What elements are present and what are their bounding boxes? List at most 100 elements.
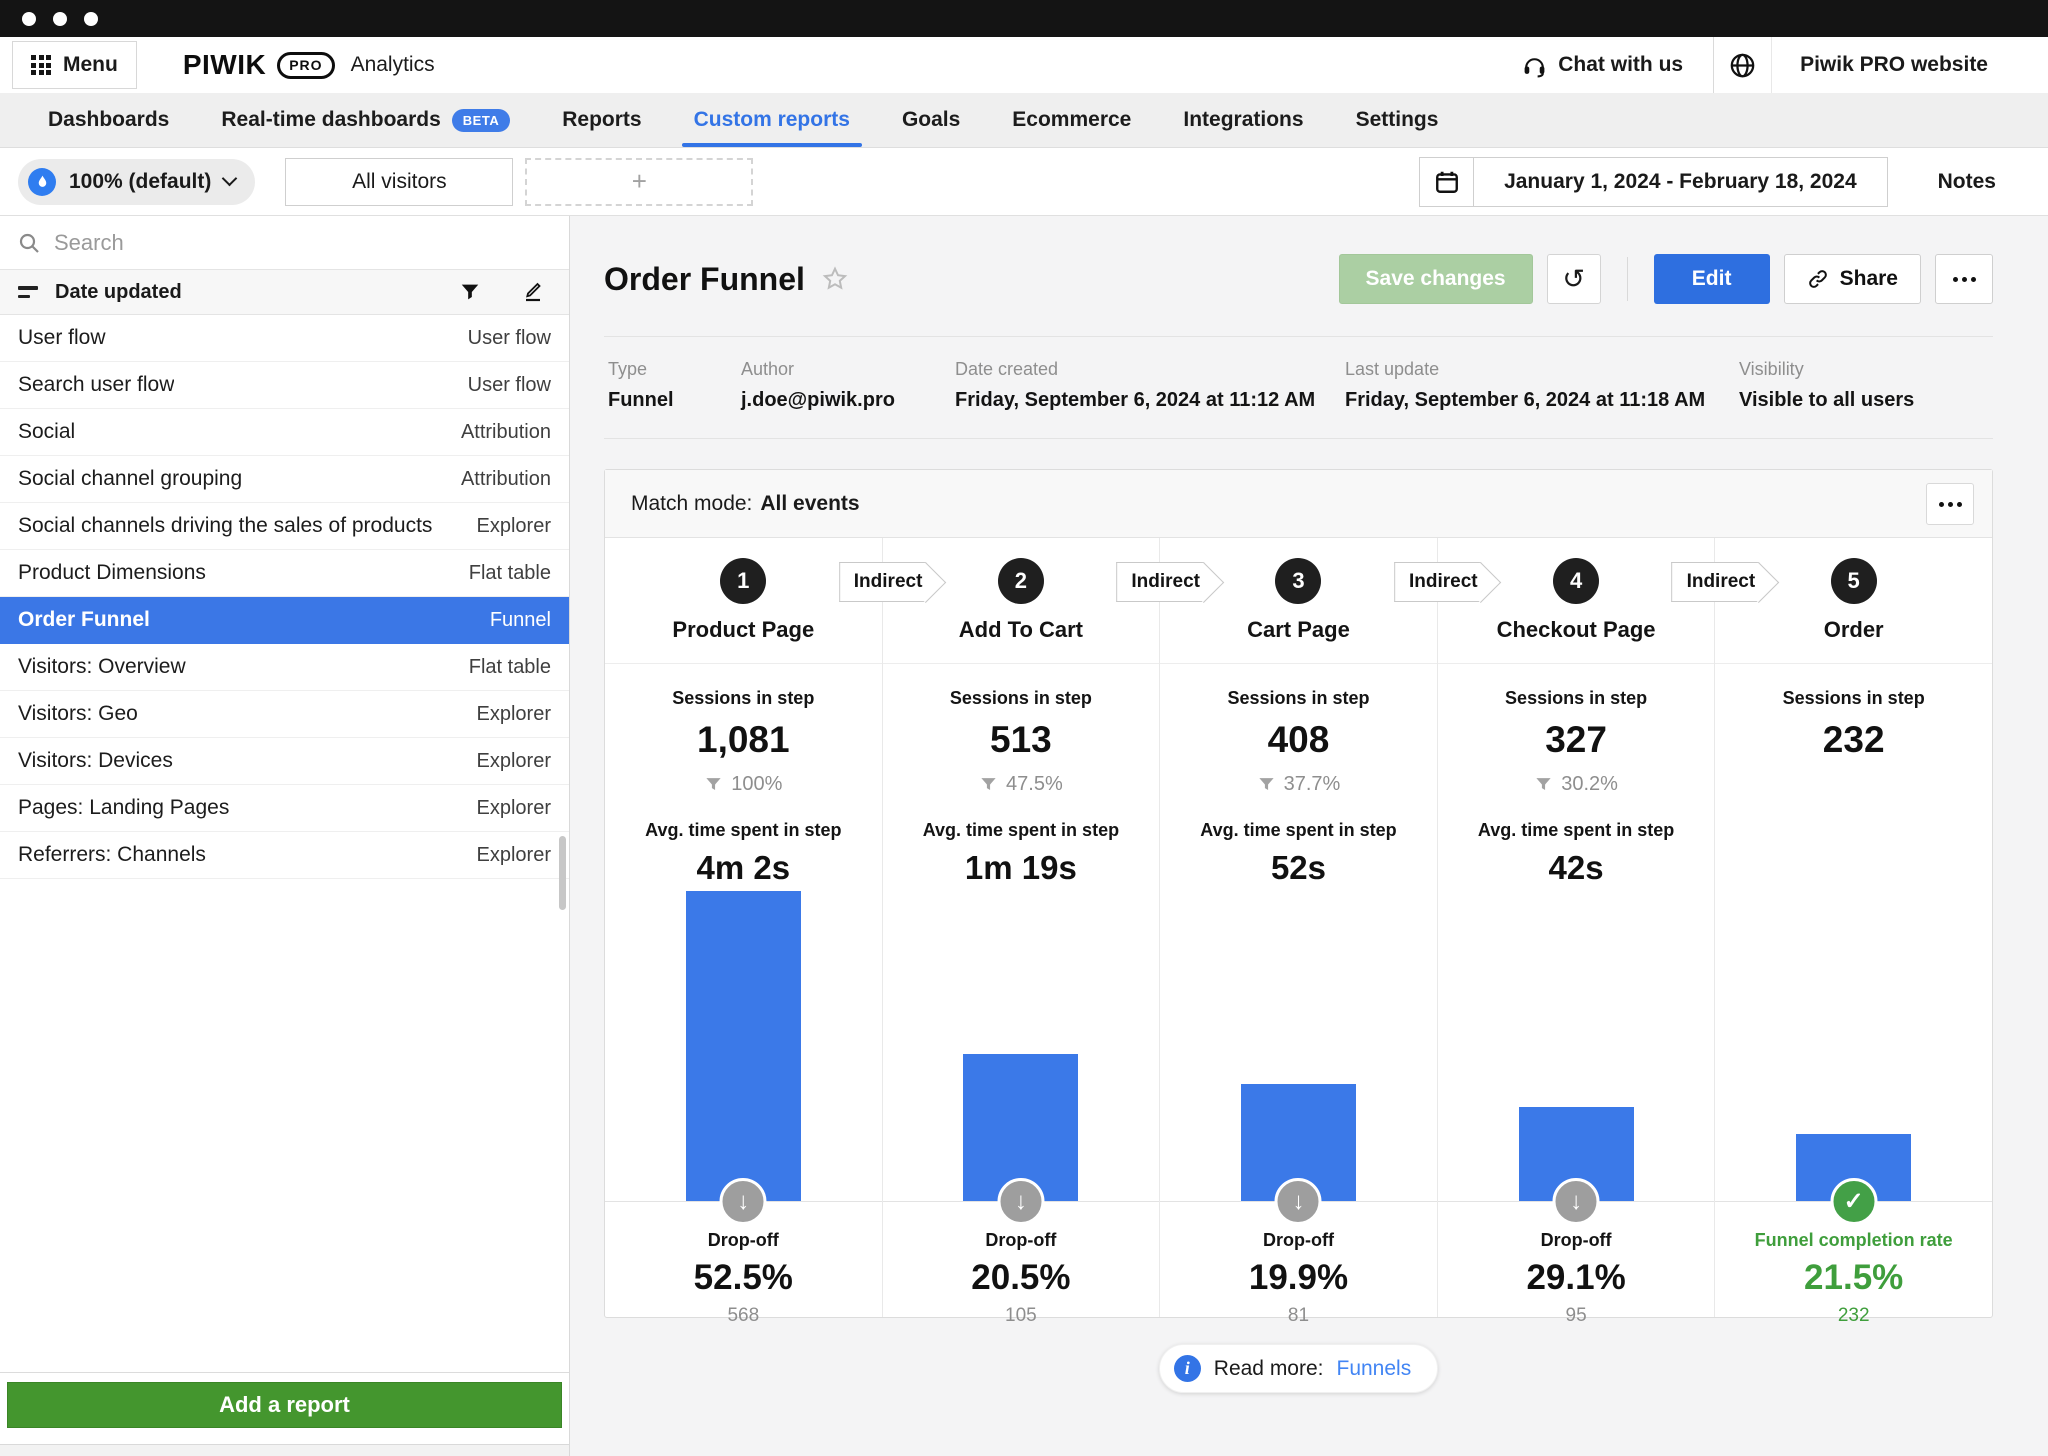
funnel-icon <box>1534 775 1553 794</box>
sampling-selector[interactable]: 100% (default) <box>18 159 255 205</box>
connector-label: Indirect <box>1687 571 1756 593</box>
step-result-marker-icon: ✓ <box>1830 1178 1877 1225</box>
page-title: Order Funnel <box>604 261 805 298</box>
tab-goals[interactable]: Goals <box>876 93 986 147</box>
sidebar-item-visitors-geo[interactable]: Visitors: Geo Explorer <box>0 691 569 738</box>
drop-off-count: 568 <box>605 1305 882 1327</box>
connector-label: Indirect <box>854 571 923 593</box>
step-stats: Sessions in step 513 47.5% Avg. time spe… <box>883 664 1160 882</box>
date-range-picker[interactable]: January 1, 2024 - February 18, 2024 <box>1419 157 1888 207</box>
reports-sidebar: Date updated User flow User flow Search … <box>0 216 570 1456</box>
sessions-percent-row: 30.2% <box>1438 773 1715 796</box>
read-more-funnels-link[interactable]: Funnels <box>1337 1357 1412 1381</box>
meta-label: Author <box>741 359 955 380</box>
nav-tab-label: Dashboards <box>48 108 169 132</box>
website-label: Piwik PRO website <box>1800 53 1988 77</box>
sessions-percent: 30.2% <box>1561 773 1618 796</box>
sidebar-scrollbar[interactable] <box>559 836 566 910</box>
edit-list-icon[interactable] <box>521 280 545 304</box>
filter-icon[interactable] <box>459 281 481 303</box>
step-number-badge: 1 <box>720 558 766 604</box>
toolbar-right: January 1, 2024 - February 18, 2024 Note… <box>1419 157 2030 207</box>
menu-button[interactable]: Menu <box>12 41 137 89</box>
segment-all-visitors[interactable]: All visitors <box>285 158 513 206</box>
window-control-dot[interactable] <box>84 12 98 26</box>
sidebar-item-user-flow[interactable]: User flow User flow <box>0 315 569 362</box>
report-type-badge: Explorer <box>477 750 551 773</box>
chat-with-us-button[interactable]: Chat with us <box>1492 37 1713 93</box>
add-segment-button[interactable]: + <box>525 158 753 206</box>
tab-dashboards[interactable]: Dashboards <box>22 93 195 147</box>
report-meta: Type Funnel Author j.doe@piwik.pro Date … <box>604 336 1993 439</box>
segment-label: All visitors <box>352 170 447 194</box>
nav-tab-label: Ecommerce <box>1012 108 1131 132</box>
meta-last-update: Last update Friday, September 6, 2024 at… <box>1345 359 1739 412</box>
sidebar-item-search-user-flow[interactable]: Search user flow User flow <box>0 362 569 409</box>
refresh-icon: ↺ <box>1562 264 1585 295</box>
report-name: User flow <box>18 326 106 350</box>
tab-custom-reports[interactable]: Custom reports <box>668 93 876 147</box>
window-control-dot[interactable] <box>22 12 36 26</box>
report-type-badge: User flow <box>468 374 551 397</box>
sidebar-item-social-channels-driving-the-sales-of-products[interactable]: Social channels driving the sales of pro… <box>0 503 569 550</box>
report-type-badge: Flat table <box>469 562 551 585</box>
marker-glyph: ↓ <box>1570 1188 1582 1216</box>
report-type-badge: Flat table <box>469 656 551 679</box>
sidebar-sort-row: Date updated <box>0 270 569 315</box>
share-button[interactable]: Share <box>1784 254 1921 304</box>
tab-settings[interactable]: Settings <box>1330 93 1465 147</box>
piwik-website-link[interactable]: Piwik PRO website <box>1771 37 2048 93</box>
avg-time-label: Avg. time spent in step <box>1160 820 1437 841</box>
sessions-in-step-label: Sessions in step <box>1160 688 1437 709</box>
report-actions: Save changes ↺ Edit Share <box>1339 254 1993 304</box>
sessions-percent: 37.7% <box>1284 773 1341 796</box>
globe-cell[interactable] <box>1713 37 1771 93</box>
sidebar-bottom-strip <box>0 1444 569 1456</box>
drop-off-percent: 52.5% <box>605 1258 882 1298</box>
sidebar-item-visitors-overview[interactable]: Visitors: Overview Flat table <box>0 644 569 691</box>
tab-ecommerce[interactable]: Ecommerce <box>986 93 1157 147</box>
sidebar-item-visitors-devices[interactable]: Visitors: Devices Explorer <box>0 738 569 785</box>
drop-off-percent: 21.5% <box>1715 1258 1992 1298</box>
info-icon: i <box>1174 1355 1201 1382</box>
meta-value: j.doe@piwik.pro <box>741 389 955 412</box>
tab-reports[interactable]: Reports <box>536 93 667 147</box>
refresh-button[interactable]: ↺ <box>1547 254 1601 304</box>
step-name: Checkout Page <box>1497 617 1656 643</box>
edit-button[interactable]: Edit <box>1654 254 1770 304</box>
report-type-badge: Explorer <box>477 797 551 820</box>
step-number-badge: 2 <box>998 558 1044 604</box>
sidebar-search-row <box>0 216 569 270</box>
nav-tab-label: Real-time dashboards <box>221 108 440 132</box>
add-a-report-button[interactable]: Add a report <box>7 1382 562 1428</box>
date-range-label: January 1, 2024 - February 18, 2024 <box>1474 158 1887 206</box>
funnel-more-button[interactable] <box>1926 483 1974 525</box>
window-control-dot[interactable] <box>53 12 67 26</box>
sort-icon[interactable] <box>18 286 38 298</box>
search-input[interactable] <box>54 230 552 256</box>
match-mode-label: Match mode: <box>631 492 752 516</box>
report-type-badge: Explorer <box>477 703 551 726</box>
notes-button[interactable]: Notes <box>1918 170 2016 194</box>
sidebar-item-pages-landing-pages[interactable]: Pages: Landing Pages Explorer <box>0 785 569 832</box>
marker-glyph: ↓ <box>1292 1188 1304 1216</box>
marker-glyph: ↓ <box>737 1188 749 1216</box>
indirect-connector-badge: Indirect <box>1394 562 1482 602</box>
report-name: Pages: Landing Pages <box>18 796 229 820</box>
sidebar-item-referrers-channels[interactable]: Referrers: Channels Explorer <box>0 832 569 879</box>
step-stats: Sessions in step 1,081 100% Avg. time sp… <box>605 664 882 882</box>
sidebar-item-order-funnel[interactable]: Order Funnel Funnel <box>0 597 569 644</box>
tab-integrations[interactable]: Integrations <box>1157 93 1329 147</box>
favorite-star-icon[interactable] <box>821 265 849 293</box>
add-report-wrap: Add a report <box>0 1372 569 1444</box>
sidebar-item-social-channel-grouping[interactable]: Social channel grouping Attribution <box>0 456 569 503</box>
report-name: Visitors: Overview <box>18 655 186 679</box>
more-actions-button[interactable] <box>1935 254 1993 304</box>
sessions-in-step-value: 232 <box>1715 719 1992 761</box>
save-changes-button[interactable]: Save changes <box>1339 254 1533 304</box>
sidebar-item-social[interactable]: Social Attribution <box>0 409 569 456</box>
step-name: Cart Page <box>1247 617 1350 643</box>
sidebar-item-product-dimensions[interactable]: Product Dimensions Flat table <box>0 550 569 597</box>
tab-real-time-dashboards[interactable]: Real-time dashboards BETA <box>195 93 536 147</box>
step-number-badge: 3 <box>1275 558 1321 604</box>
